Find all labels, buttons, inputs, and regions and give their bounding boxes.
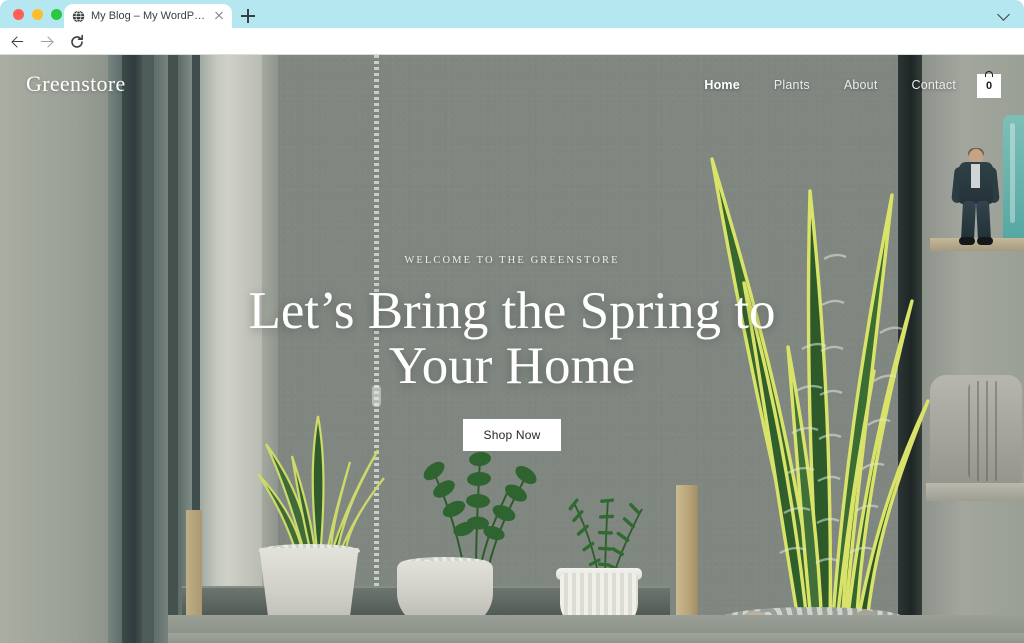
main-navigation: Home Plants About Contact (704, 78, 956, 92)
figurine-shoe (959, 237, 975, 245)
nav-item-home[interactable]: Home (704, 78, 740, 92)
wood-post (186, 510, 202, 620)
tab-title: My Blog – My WordPress Blog (91, 10, 206, 22)
nav-item-about[interactable]: About (844, 78, 878, 92)
new-tab-button[interactable] (238, 6, 258, 26)
figurine-shoe (977, 237, 993, 245)
hero-section: WELCOME TO THE GREENSTORE Let’s Bring th… (0, 55, 1024, 643)
wordpress-globe-icon (72, 10, 85, 22)
nav-item-contact[interactable]: Contact (912, 78, 956, 92)
glass-bottle (1003, 115, 1024, 241)
page-viewport: WELCOME TO THE GREENSTORE Let’s Bring th… (0, 55, 1024, 643)
reload-icon (71, 34, 83, 48)
figurine-leg (975, 200, 992, 242)
browser-toolbar: demo1.damtrungkien.info (0, 28, 1024, 79)
figurine-shirt (971, 164, 980, 188)
hero-headline: Let’s Bring the Spring to Your Home (248, 282, 776, 396)
site-header: Greenstore Home Plants About Contact 0 (0, 55, 1024, 115)
window-controls (13, 9, 62, 20)
minimize-window-button[interactable] (32, 9, 43, 20)
forward-button[interactable] (34, 29, 60, 55)
figurine-leg (960, 200, 977, 242)
chevron-down-icon[interactable] (998, 8, 1010, 20)
shop-now-button[interactable]: Shop Now (462, 419, 562, 452)
shopping-bag-icon (985, 70, 993, 77)
close-window-button[interactable] (13, 9, 24, 20)
cart-count: 0 (985, 79, 993, 92)
close-tab-button[interactable] (212, 9, 226, 23)
table-front (168, 633, 1024, 643)
browser-window: My Blog – My WordPress Blog demo1.damtru… (0, 0, 1024, 643)
browser-tab[interactable]: My Blog – My WordPress Blog (64, 4, 232, 28)
cart-button[interactable]: 0 (977, 70, 1001, 98)
reload-button[interactable] (64, 29, 90, 55)
maximize-window-button[interactable] (51, 9, 62, 20)
back-button[interactable] (4, 29, 30, 55)
table-top (168, 615, 1024, 635)
nav-item-plants[interactable]: Plants (774, 78, 810, 92)
hero-eyebrow: WELCOME TO THE GREENSTORE (404, 255, 620, 266)
tab-strip: My Blog – My WordPress Blog (0, 0, 1024, 28)
site-logo[interactable]: Greenstore (26, 71, 126, 97)
hero-content: WELCOME TO THE GREENSTORE Let’s Bring th… (0, 255, 1024, 452)
